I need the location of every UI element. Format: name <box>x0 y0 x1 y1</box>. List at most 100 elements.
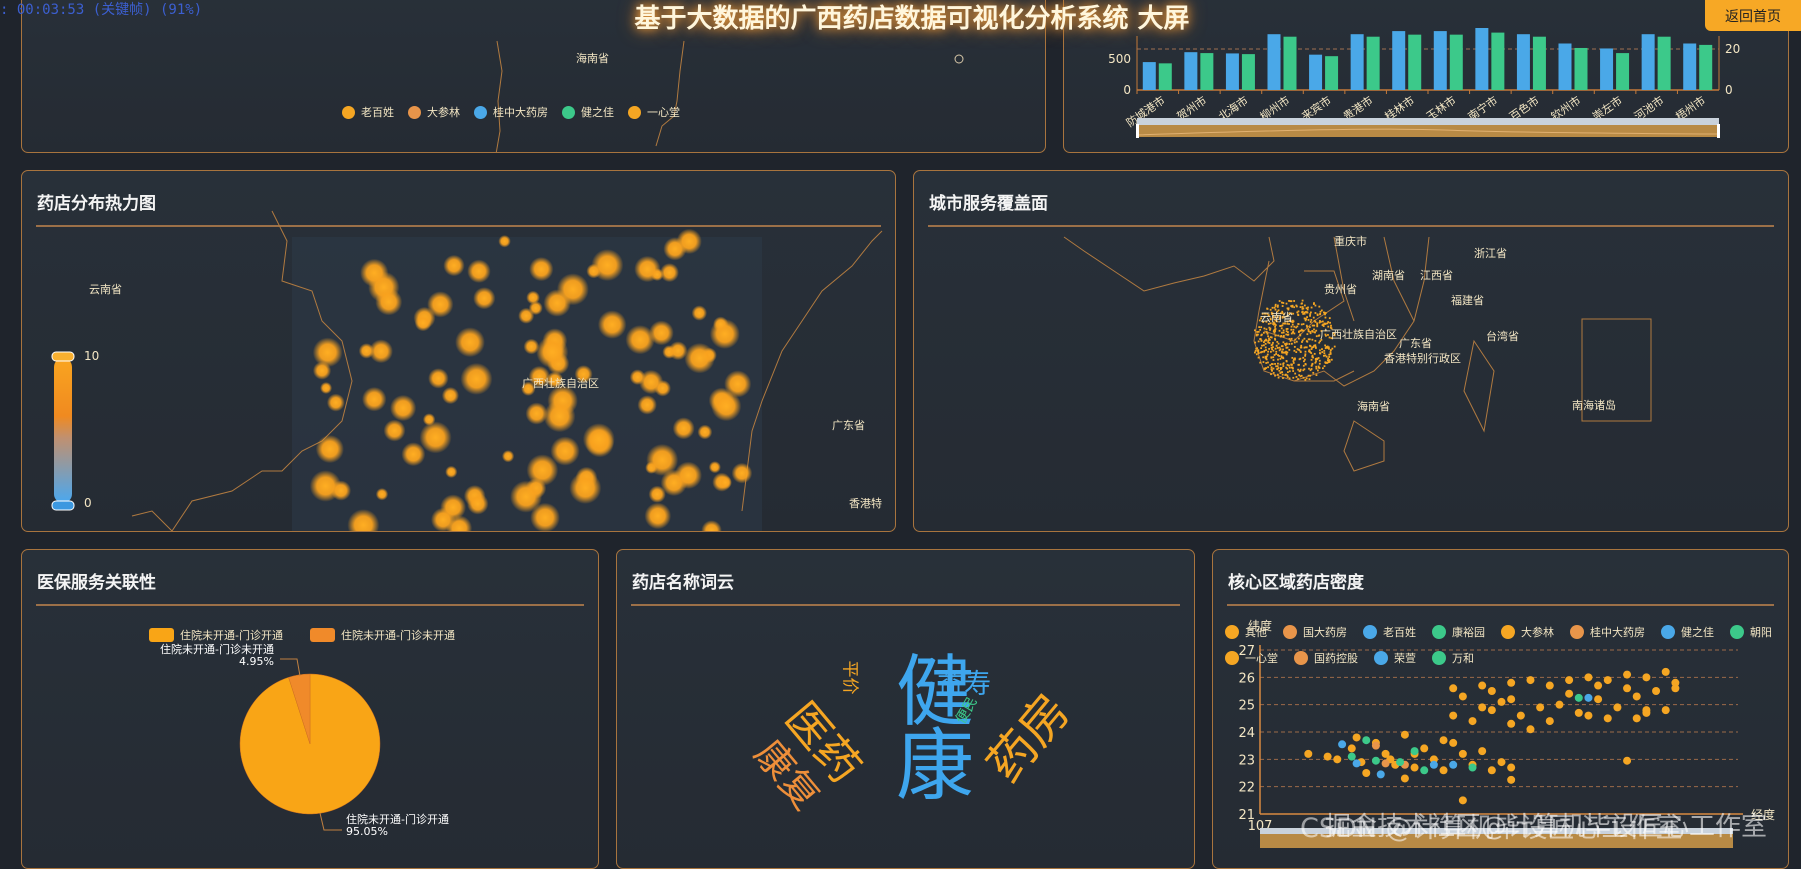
data-zoom-slider[interactable] <box>1136 118 1720 138</box>
scatter-point[interactable] <box>1526 725 1535 734</box>
scatter-point[interactable] <box>1371 756 1380 765</box>
scatter-point[interactable] <box>1642 673 1651 682</box>
scatter-point[interactable] <box>1613 703 1622 712</box>
scatter-point[interactable] <box>1371 741 1380 750</box>
scatter-point[interactable] <box>1584 693 1593 702</box>
scatter-point[interactable] <box>1429 760 1438 769</box>
legend-item[interactable]: 桂中大药房 <box>1570 624 1645 640</box>
scatter-point[interactable] <box>1487 706 1496 715</box>
scatter-point[interactable] <box>1338 740 1347 749</box>
legend-item[interactable]: 大参林 <box>408 104 460 120</box>
scatter-point[interactable] <box>1420 766 1429 775</box>
legend-item[interactable]: 健之佳 <box>1661 624 1714 640</box>
scatter-point[interactable] <box>1623 684 1632 693</box>
scatter-point[interactable] <box>1376 770 1385 779</box>
scatter-point[interactable] <box>1400 730 1409 739</box>
scatter-point[interactable] <box>1478 747 1487 756</box>
legend-item[interactable]: 国药控股 <box>1294 650 1358 666</box>
word-cloud-word[interactable]: 平价 <box>840 661 865 695</box>
scatter-point[interactable] <box>1545 717 1554 726</box>
scatter-point[interactable] <box>1352 759 1361 768</box>
scatter-point[interactable] <box>1458 749 1467 758</box>
scatter-point[interactable] <box>1545 681 1554 690</box>
scatter-point[interactable] <box>1487 766 1496 775</box>
scatter-point[interactable] <box>1652 687 1661 695</box>
scatter-point[interactable] <box>1396 758 1405 767</box>
scatter-point[interactable] <box>1362 769 1371 777</box>
scatter-point[interactable] <box>1507 678 1516 687</box>
scatter-point[interactable] <box>1526 676 1535 685</box>
legend-item[interactable]: 一心堂 <box>628 104 680 120</box>
scatter-point[interactable] <box>1661 706 1670 715</box>
scatter-point[interactable] <box>1584 711 1593 720</box>
legend-item[interactable]: 其他 <box>1225 624 1267 640</box>
scatter-point[interactable] <box>1420 744 1429 753</box>
scatter-point[interactable] <box>1410 763 1419 772</box>
scatter-point[interactable] <box>1352 733 1361 742</box>
scatter-point[interactable] <box>1594 695 1603 704</box>
scatter-point[interactable] <box>1410 747 1419 756</box>
scatter-point[interactable] <box>1449 760 1458 769</box>
scatter-point[interactable] <box>1400 774 1409 783</box>
scatter-point[interactable] <box>1487 687 1496 695</box>
legend-item[interactable]: 一心堂 <box>1225 650 1278 666</box>
scatter-point[interactable] <box>1642 706 1651 715</box>
heat-point <box>597 310 627 339</box>
legend-item[interactable]: 大参林 <box>1501 624 1554 640</box>
scatter-point[interactable] <box>1536 703 1545 712</box>
scatter-point[interactable] <box>1574 693 1583 702</box>
scatter-point[interactable] <box>1507 695 1516 704</box>
scatter-point[interactable] <box>1497 758 1506 767</box>
scatter-point[interactable] <box>1468 763 1477 772</box>
scatter-point[interactable] <box>1555 700 1564 709</box>
visual-map-slider[interactable] <box>54 358 72 503</box>
scatter-point[interactable] <box>1478 681 1487 690</box>
scatter-point[interactable] <box>1594 681 1603 690</box>
scatter-point[interactable] <box>1362 736 1371 745</box>
scatter-point[interactable] <box>1603 676 1612 685</box>
scatter-point[interactable] <box>1458 796 1467 805</box>
scatter-point[interactable] <box>1439 736 1448 745</box>
scatter-point[interactable] <box>1565 689 1574 698</box>
scatter-point[interactable] <box>1632 714 1641 723</box>
scatter-point[interactable] <box>1347 752 1356 761</box>
scatter-point[interactable] <box>1468 717 1477 726</box>
visual-map-max-handle[interactable] <box>51 351 75 362</box>
scatter-point[interactable] <box>1323 752 1332 761</box>
legend-item[interactable]: 健之佳 <box>562 104 614 120</box>
scatter-point[interactable] <box>1304 749 1313 758</box>
scatter-point[interactable] <box>1381 759 1390 768</box>
scatter-point[interactable] <box>1671 684 1680 693</box>
scatter-point[interactable] <box>1603 714 1612 723</box>
legend-item[interactable]: 万和 <box>1432 650 1474 666</box>
scatter-point[interactable] <box>1347 744 1356 753</box>
scatter-point[interactable] <box>1507 719 1516 728</box>
legend-item[interactable]: 老百姓 <box>342 104 394 120</box>
legend-item[interactable]: 老百姓 <box>1363 624 1416 640</box>
scatter-point[interactable] <box>1623 670 1632 679</box>
back-home-button[interactable]: 返回首页 <box>1705 0 1801 31</box>
scatter-point[interactable] <box>1507 775 1516 784</box>
legend-item[interactable]: 国大药房 <box>1283 624 1347 640</box>
scatter-point[interactable] <box>1449 738 1458 747</box>
scatter-point[interactable] <box>1458 692 1467 701</box>
scatter-point[interactable] <box>1661 667 1670 676</box>
visual-map-min-handle[interactable] <box>51 500 75 511</box>
scatter-point[interactable] <box>1478 703 1487 712</box>
scatter-point[interactable] <box>1449 711 1458 720</box>
legend-item[interactable]: 荣萱 <box>1374 650 1416 666</box>
scatter-point[interactable] <box>1565 676 1574 685</box>
scatter-point[interactable] <box>1623 756 1632 765</box>
scatter-point[interactable] <box>1507 763 1516 772</box>
scatter-point[interactable] <box>1584 673 1593 682</box>
legend-item[interactable]: 朝阳 <box>1730 624 1772 640</box>
legend-item[interactable]: 康裕园 <box>1432 624 1485 640</box>
scatter-point[interactable] <box>1333 755 1342 764</box>
scatter-point[interactable] <box>1449 684 1458 693</box>
scatter-point[interactable] <box>1516 711 1525 720</box>
scatter-point[interactable] <box>1497 697 1506 706</box>
scatter-point[interactable] <box>1574 708 1583 717</box>
legend-item[interactable]: 桂中大药房 <box>474 104 548 120</box>
scatter-point[interactable] <box>1632 692 1641 701</box>
scatter-point[interactable] <box>1439 766 1448 775</box>
